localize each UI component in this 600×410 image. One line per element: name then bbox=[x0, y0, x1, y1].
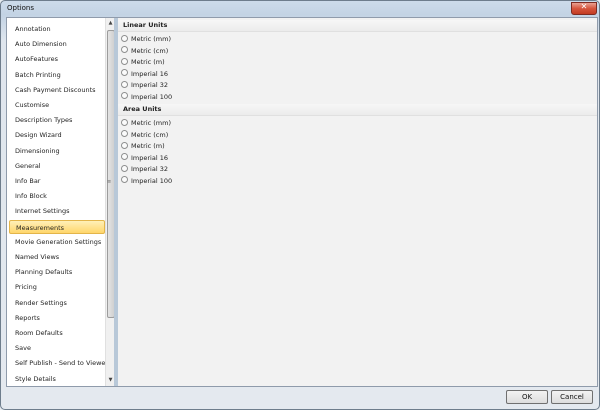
sidebar-item-self-publish-send-to-viewer[interactable]: Self Publish - Send to Viewer bbox=[9, 356, 105, 370]
radio-button-icon[interactable] bbox=[121, 57, 128, 65]
radio-button-icon[interactable] bbox=[121, 118, 128, 126]
scroll-down-icon[interactable]: ▼ bbox=[107, 376, 114, 384]
sidebar-item-general[interactable]: General bbox=[9, 159, 105, 173]
linear-unit-option[interactable]: Metric (mm) bbox=[121, 34, 171, 45]
sidebar-item-info-bar[interactable]: Info Bar bbox=[9, 174, 105, 188]
radio-button-icon[interactable] bbox=[121, 153, 128, 160]
sidebar-item-pricing[interactable]: Pricing bbox=[9, 280, 105, 294]
area-unit-option[interactable]: Metric (mm) bbox=[121, 118, 171, 129]
dialog-body: Annotation Auto Dimension AutoFeatures Batc… bbox=[6, 17, 598, 387]
area-unit-option-label: Imperial 16 bbox=[131, 153, 168, 162]
linear-unit-option[interactable]: Imperial 32 bbox=[121, 80, 168, 91]
close-button[interactable]: ✕ bbox=[571, 2, 597, 15]
dialog-footer: OK Cancel bbox=[1, 387, 599, 409]
sidebar-item-planning-defaults[interactable]: Planning Defaults bbox=[9, 265, 105, 279]
sidebar-item-named-views[interactable]: Named Views bbox=[9, 250, 105, 264]
area-unit-option[interactable]: Imperial 32 bbox=[121, 164, 168, 175]
sidebar-item-movie-generation-settings[interactable]: Movie Generation Settings bbox=[9, 235, 105, 249]
radio-button-icon[interactable] bbox=[121, 92, 128, 99]
sidebar-item-annotation[interactable]: Annotation bbox=[9, 22, 105, 36]
area-unit-option-label: Metric (mm) bbox=[131, 119, 172, 127]
area-unit-option[interactable]: Metric (cm) bbox=[121, 130, 168, 141]
area-unit-option[interactable]: Imperial 16 bbox=[121, 153, 168, 164]
radio-button-icon[interactable] bbox=[121, 46, 128, 53]
sidebar-item-design-wizard[interactable]: Design Wizard bbox=[9, 128, 105, 142]
area-unit-option-label: Metric (cm) bbox=[131, 130, 169, 139]
sidebar-item-style-details[interactable]: Style Details bbox=[9, 372, 105, 386]
radio-button-icon[interactable] bbox=[121, 80, 128, 88]
linear-unit-option-label: Imperial 100 bbox=[131, 92, 173, 101]
area-unit-option[interactable]: Imperial 100 bbox=[121, 176, 172, 187]
sidebar-item-description-types[interactable]: Description Types bbox=[9, 113, 105, 127]
linear-unit-option[interactable]: Imperial 16 bbox=[121, 69, 168, 80]
sidebar-item-reports[interactable]: Reports bbox=[9, 311, 105, 325]
linear-units-header: Linear Units bbox=[118, 20, 597, 32]
sidebar-item-batch-printing[interactable]: Batch Printing bbox=[9, 68, 105, 82]
linear-unit-option-label: Imperial 32 bbox=[131, 81, 168, 89]
linear-unit-option[interactable]: Metric (m) bbox=[121, 57, 165, 68]
area-unit-option-label: Imperial 32 bbox=[131, 165, 168, 173]
radio-button-icon[interactable] bbox=[121, 164, 128, 172]
sidebar-item-autofeatures[interactable]: AutoFeatures bbox=[9, 52, 105, 66]
title-bar[interactable]: Options ✕ bbox=[1, 1, 599, 15]
cancel-button[interactable]: Cancel bbox=[551, 390, 593, 404]
linear-unit-option-label: Metric (mm) bbox=[131, 35, 172, 43]
sidebar-item-measurements[interactable]: Measurements bbox=[9, 219, 105, 234]
radio-button-icon[interactable] bbox=[121, 141, 128, 149]
window-title: Options bbox=[7, 4, 35, 12]
options-window: Options ✕ Annotation Auto Dimension AutoFe… bbox=[0, 0, 600, 410]
area-unit-option[interactable]: Metric (m) bbox=[121, 141, 165, 152]
sidebar-item-render-settings[interactable]: Render Settings bbox=[9, 296, 105, 310]
radio-button-icon[interactable] bbox=[121, 34, 128, 42]
sidebar-item-auto-dimension[interactable]: Auto Dimension bbox=[9, 37, 105, 51]
linear-unit-option-label: Metric (cm) bbox=[131, 46, 169, 55]
scroll-up-icon[interactable]: ▲ bbox=[107, 19, 114, 27]
sidebar-item-dimensioning[interactable]: Dimensioning bbox=[9, 144, 105, 158]
ok-button[interactable]: OK bbox=[506, 390, 548, 404]
area-units-title: Area Units bbox=[123, 105, 162, 113]
linear-units-title: Linear Units bbox=[123, 21, 168, 29]
sidebar-item-internet-settings[interactable]: Internet Settings bbox=[9, 204, 105, 218]
area-unit-option-label: Imperial 100 bbox=[131, 176, 173, 185]
sidebar-item-save[interactable]: Save bbox=[9, 341, 105, 355]
measurements-panel: Linear Units Metric (mm) Metric (cm) Metri… bbox=[118, 18, 597, 386]
sidebar-item-info-block[interactable]: Info Block bbox=[9, 189, 105, 203]
area-unit-option-label: Metric (m) bbox=[131, 142, 165, 150]
linear-unit-option[interactable]: Metric (cm) bbox=[121, 46, 168, 57]
area-units-header: Area Units bbox=[118, 104, 597, 116]
linear-unit-option-label: Metric (m) bbox=[131, 58, 165, 66]
sidebar-item-cash-payment-discounts[interactable]: Cash Payment Discounts bbox=[9, 83, 105, 97]
radio-button-icon[interactable] bbox=[121, 176, 128, 183]
sidebar-item-customise[interactable]: Customise bbox=[9, 98, 105, 112]
scrollbar-grip-icon: ≡ bbox=[107, 179, 112, 185]
linear-unit-option-label: Imperial 16 bbox=[131, 69, 168, 78]
sidebar-item-room-defaults[interactable]: Room Defaults bbox=[9, 326, 105, 340]
options-category-list: Annotation Auto Dimension AutoFeatures Batc… bbox=[7, 18, 115, 386]
radio-button-icon[interactable] bbox=[121, 130, 128, 137]
linear-unit-option[interactable]: Imperial 100 bbox=[121, 92, 172, 103]
close-icon: ✕ bbox=[580, 2, 588, 11]
radio-button-icon[interactable] bbox=[121, 69, 128, 76]
